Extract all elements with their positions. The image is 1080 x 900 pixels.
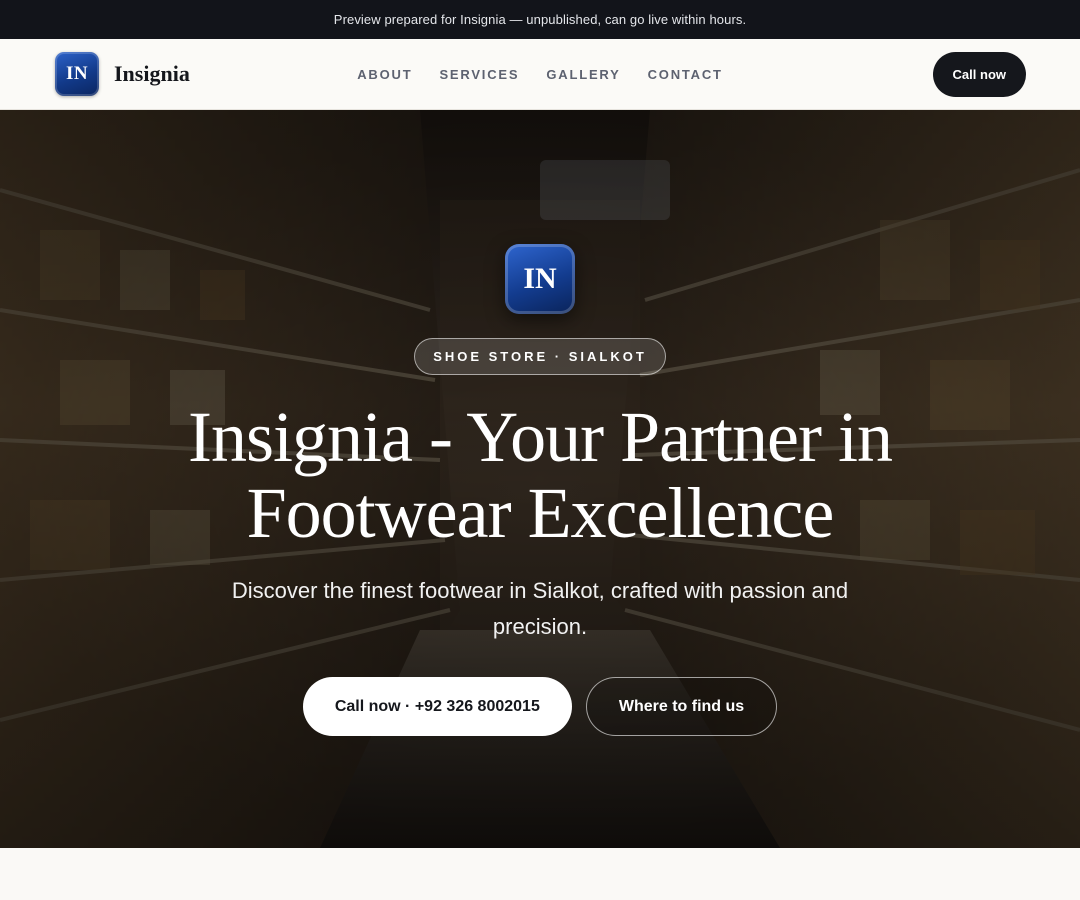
hero-section: IN SHOE STORE · SIALKOT Insignia - Your … [0, 110, 1080, 848]
brand-logo-icon: IN [55, 52, 99, 96]
hero-logo-icon: IN [505, 244, 575, 314]
brand-name: Insignia [114, 61, 190, 86]
nav-link-about[interactable]: ABOUT [357, 67, 412, 82]
hero-subtitle: Discover the finest footwear in Sialkot,… [231, 578, 849, 639]
nav-link-contact[interactable]: CONTACT [648, 67, 723, 82]
next-section [0, 848, 1080, 900]
hero-content: IN SHOE STORE · SIALKOT Insignia - Your … [0, 244, 1080, 736]
hero-actions: Call now · +92 326 8002015 Where to find… [302, 677, 778, 736]
site-header: IN Insignia ABOUT SERVICES GALLERY CONTA… [0, 39, 1080, 110]
call-phone-button[interactable]: Call now · +92 326 8002015 [302, 677, 572, 736]
nav-link-services[interactable]: SERVICES [439, 67, 519, 82]
find-us-button[interactable]: Where to find us [585, 677, 778, 736]
preview-banner-text: Preview prepared for Insignia — unpublis… [333, 12, 747, 27]
hero-title: Insignia - Your Partner in Footwear Exce… [188, 397, 893, 553]
main-nav: ABOUT SERVICES GALLERY CONTACT [357, 67, 723, 82]
call-now-button[interactable]: Call now [932, 51, 1026, 97]
preview-banner: Preview prepared for Insignia — unpublis… [0, 0, 1080, 39]
nav-link-gallery[interactable]: GALLERY [546, 67, 620, 82]
brand[interactable]: IN Insignia [55, 52, 190, 96]
category-badge: SHOE STORE · SIALKOT [414, 338, 666, 375]
